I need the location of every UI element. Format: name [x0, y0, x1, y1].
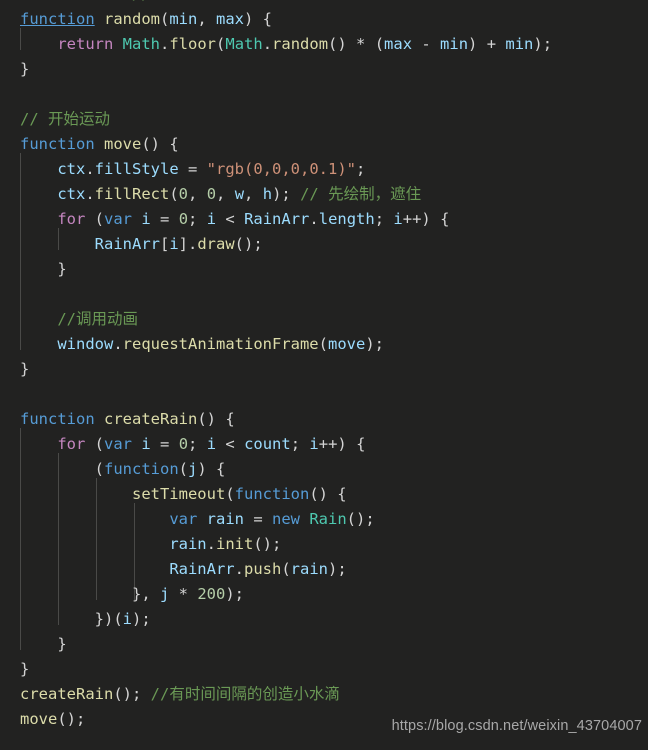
code-line: }: [57, 635, 67, 653]
code-snippet-viewer: // ... function random(min, max) { retur…: [0, 0, 648, 750]
code-line: }, j * 200);: [131, 585, 244, 603]
clipped-top-comment: // ...: [0, 0, 188, 7]
code-line: rain.init();: [169, 535, 282, 553]
code-line: function createRain() {: [20, 410, 235, 428]
code-line: return Math.floor(Math.random() * (max -…: [57, 35, 553, 53]
code-line: // 开始运动: [20, 110, 111, 128]
code-line: }: [20, 360, 30, 378]
code-line: ctx.fillRect(0, 0, w, h); // 先绘制，遮住: [57, 185, 422, 203]
code-line: for (var i = 0; i < count; i++) {: [57, 435, 366, 453]
code-line: function move() {: [20, 135, 179, 153]
code-lines: function random(min, max) { return Math.…: [0, 7, 648, 732]
code-line: RainArr[i].draw();: [94, 235, 263, 253]
code-line: setTimeout(function() {: [131, 485, 347, 503]
code-line: (function(j) {: [94, 460, 226, 478]
code-line: window.requestAnimationFrame(move);: [57, 335, 384, 353]
token-function-name: random: [104, 10, 160, 28]
code-line: function random(min, max) {: [20, 10, 273, 28]
code-line: RainArr.push(rain);: [169, 560, 347, 578]
code-line: ctx.fillStyle = "rgb(0,0,0,0.1)";: [57, 160, 366, 178]
code-line: }: [20, 660, 30, 678]
code-line: createRain(); //有时间间隔的创造小水滴: [20, 685, 340, 703]
code-line: for (var i = 0; i < RainArr.length; i++)…: [57, 210, 450, 228]
source-watermark: https://blog.csdn.net/weixin_43704007: [391, 718, 642, 734]
code-line: var rain = new Rain();: [169, 510, 375, 528]
code-line: })(i);: [94, 610, 151, 628]
token-keyword-function: function: [20, 10, 95, 28]
code-line: //调用动画: [57, 310, 139, 328]
code-line: }: [57, 260, 67, 278]
code-line: }: [20, 60, 30, 78]
